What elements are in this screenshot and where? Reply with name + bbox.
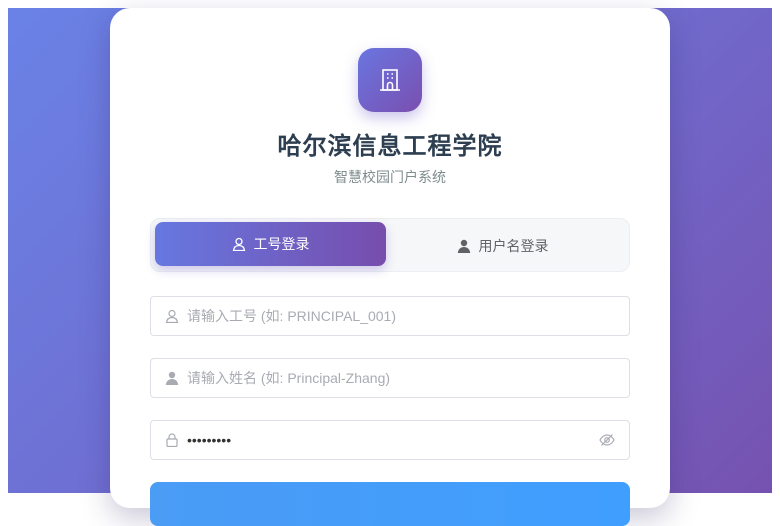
password-input[interactable] [187, 421, 587, 459]
user-filled-icon [165, 371, 179, 385]
tab-username-login-label: 用户名登录 [478, 239, 549, 255]
lock-icon [166, 433, 178, 447]
user-outline-icon [165, 309, 179, 323]
user-outline-icon [232, 237, 245, 251]
login-card: 哈尔滨信息工程学院 智慧校园门户系统 工号登录 用户名登录 [110, 8, 670, 526]
tab-employee-id-login-label: 工号登录 [253, 237, 310, 253]
user-filled-icon [457, 239, 470, 253]
password-field [150, 420, 630, 460]
page-subtitle: 智慧校园门户系统 [334, 170, 446, 186]
logo-badge [358, 48, 422, 112]
name-field [150, 358, 630, 398]
eye-hide-icon[interactable] [599, 433, 615, 447]
login-mode-tabs: 工号登录 用户名登录 [150, 218, 630, 272]
building-icon [380, 69, 400, 91]
tab-username-login[interactable]: 用户名登录 [387, 224, 618, 268]
page-title: 哈尔滨信息工程学院 [277, 132, 503, 160]
employee-id-input[interactable] [187, 297, 587, 335]
name-input[interactable] [187, 359, 587, 397]
employee-id-field [150, 296, 630, 336]
login-button[interactable] [150, 482, 630, 526]
tab-employee-id-login[interactable]: 工号登录 [155, 222, 386, 266]
